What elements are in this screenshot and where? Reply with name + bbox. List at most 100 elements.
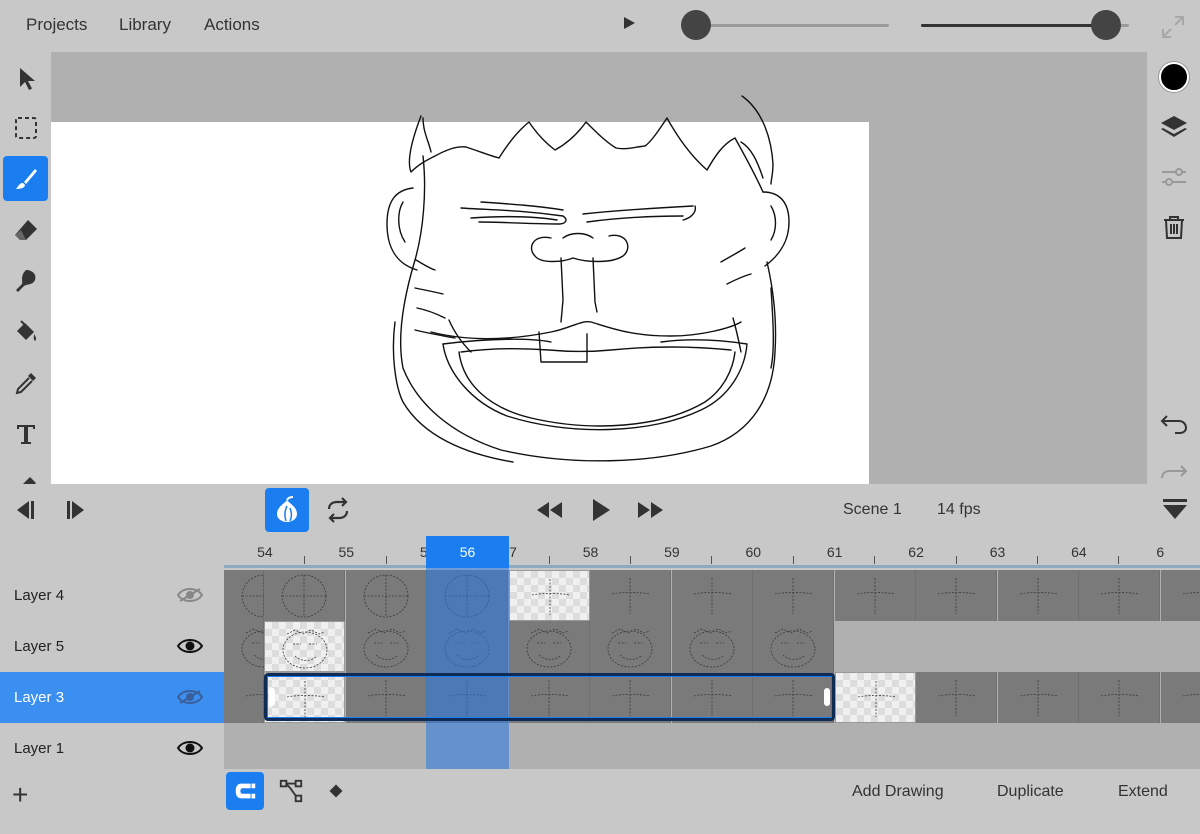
- smudge-tool-button[interactable]: [3, 258, 48, 303]
- color-swatch-button[interactable]: [1159, 62, 1189, 92]
- path-nodes-icon: [279, 779, 303, 803]
- fast-forward-icon: [638, 502, 663, 518]
- delete-button[interactable]: [1159, 212, 1189, 242]
- frame-cell[interactable]: [835, 570, 916, 621]
- frame-ruler[interactable]: 354555657585960616263646: [224, 536, 1200, 568]
- prev-frame-button[interactable]: [2, 488, 46, 532]
- frame-cell[interactable]: [1079, 570, 1160, 621]
- opacity-fill: [921, 24, 1107, 27]
- paint-bucket-icon: [16, 319, 36, 341]
- menu-actions[interactable]: Actions: [204, 15, 260, 35]
- keyframe-button[interactable]: [317, 772, 355, 810]
- redo-button[interactable]: [1159, 457, 1189, 487]
- frame-cell[interactable]: [998, 570, 1079, 621]
- frame-cell[interactable]: [672, 570, 753, 621]
- menu-projects[interactable]: Projects: [26, 15, 87, 35]
- frame-cell[interactable]: [224, 570, 287, 621]
- frame-cell[interactable]: [346, 570, 427, 621]
- diamond-icon: [329, 784, 343, 798]
- duplicate-button[interactable]: Duplicate: [997, 783, 1064, 801]
- collapse-timeline-button[interactable]: [1153, 488, 1197, 532]
- opacity-knob[interactable]: [1091, 10, 1122, 40]
- layer-name: Layer 4: [14, 587, 65, 604]
- eraser-tool-button[interactable]: [3, 207, 48, 252]
- layer-name: Layer 5: [14, 638, 65, 655]
- frame-cell[interactable]: [1161, 570, 1200, 621]
- frame-cell[interactable]: [590, 570, 671, 621]
- frame-cell[interactable]: [753, 570, 834, 621]
- track-layer-4[interactable]: [224, 570, 1200, 621]
- selection-handle-right[interactable]: [824, 688, 830, 706]
- undo-button[interactable]: [1159, 407, 1189, 437]
- opacity-slider[interactable]: [921, 10, 1129, 40]
- add-layer-icon[interactable]: +: [12, 779, 28, 811]
- frame-number: 63: [989, 544, 1006, 560]
- frame-cell[interactable]: [224, 621, 287, 672]
- menu-library[interactable]: Library: [119, 15, 171, 35]
- fill-tool-button[interactable]: [3, 309, 48, 354]
- track-layer-5[interactable]: [224, 621, 1200, 672]
- left-toolbar: [0, 52, 51, 484]
- frame-cell[interactable]: [916, 672, 997, 723]
- onion-icon: [277, 496, 297, 522]
- eraser-icon: [14, 219, 37, 240]
- frame-cell[interactable]: [672, 621, 753, 672]
- add-drawing-button[interactable]: Add Drawing: [852, 783, 944, 801]
- brush-size-slider[interactable]: [680, 10, 889, 40]
- snap-button[interactable]: [226, 772, 264, 810]
- frame-cell[interactable]: [1161, 672, 1200, 723]
- eye-icon[interactable]: [176, 736, 204, 760]
- drawing-keyframe[interactable]: [835, 672, 916, 723]
- brush-tool-button[interactable]: [3, 156, 48, 201]
- playhead[interactable]: 56: [426, 536, 509, 568]
- scene-label[interactable]: Scene 1: [843, 501, 902, 519]
- frame-cell[interactable]: [916, 570, 997, 621]
- next-frame-button[interactable]: [55, 488, 99, 532]
- rewind-button[interactable]: [527, 488, 571, 532]
- frame-cell[interactable]: [753, 621, 834, 672]
- text-tool-button[interactable]: [3, 411, 48, 456]
- layer-row-5[interactable]: Layer 5: [0, 621, 224, 672]
- collapse-down-icon: [1163, 499, 1187, 519]
- frame-cell[interactable]: [224, 672, 285, 723]
- eyedropper-tool-button[interactable]: [3, 360, 48, 405]
- layer-row-4[interactable]: Layer 4: [0, 570, 224, 621]
- select-tool-button[interactable]: [3, 56, 48, 101]
- drawing-keyframe[interactable]: [509, 570, 590, 621]
- canvas-stage[interactable]: [51, 52, 1147, 484]
- play-preview-icon[interactable]: [624, 17, 635, 29]
- frame-cell[interactable]: [346, 621, 427, 672]
- extend-button[interactable]: Extend: [1118, 783, 1168, 801]
- drawing-keyframe[interactable]: [264, 621, 345, 672]
- eye-hidden-icon[interactable]: [176, 583, 204, 607]
- magnet-icon: [235, 783, 256, 799]
- path-mode-button[interactable]: [272, 772, 310, 810]
- brush-size-knob[interactable]: [680, 10, 711, 40]
- frame-cell[interactable]: [1079, 672, 1160, 723]
- selection-handle-left[interactable]: [269, 688, 275, 706]
- more-tools-button[interactable]: [3, 462, 48, 484]
- track-layer-1[interactable]: [224, 723, 1200, 769]
- fps-label[interactable]: 14 fps: [937, 501, 981, 519]
- adjustments-button[interactable]: [1159, 162, 1189, 192]
- playhead-column: [426, 568, 509, 769]
- frame-cell[interactable]: [264, 570, 345, 621]
- frame-cell[interactable]: [590, 621, 671, 672]
- marquee-tool-button[interactable]: [3, 105, 48, 150]
- onion-skin-button[interactable]: [265, 488, 309, 532]
- frame-cell[interactable]: [998, 672, 1079, 723]
- eye-icon[interactable]: [176, 634, 204, 658]
- layer-row-1[interactable]: Layer 1: [0, 723, 224, 769]
- fast-forward-button[interactable]: [629, 488, 673, 532]
- layers-button[interactable]: [1159, 112, 1189, 142]
- frame-selection[interactable]: [264, 673, 835, 721]
- play-button[interactable]: [578, 488, 622, 532]
- frame-cell[interactable]: [509, 621, 590, 672]
- expand-icon[interactable]: [1160, 14, 1186, 40]
- eye-hidden-icon[interactable]: [176, 685, 204, 709]
- top-bar: Projects Library Actions: [0, 0, 1200, 52]
- loop-button[interactable]: [316, 488, 360, 532]
- layer-row-3[interactable]: Layer 3: [0, 672, 224, 723]
- pen-icon: [22, 476, 36, 484]
- layers-icon: [1161, 116, 1187, 137]
